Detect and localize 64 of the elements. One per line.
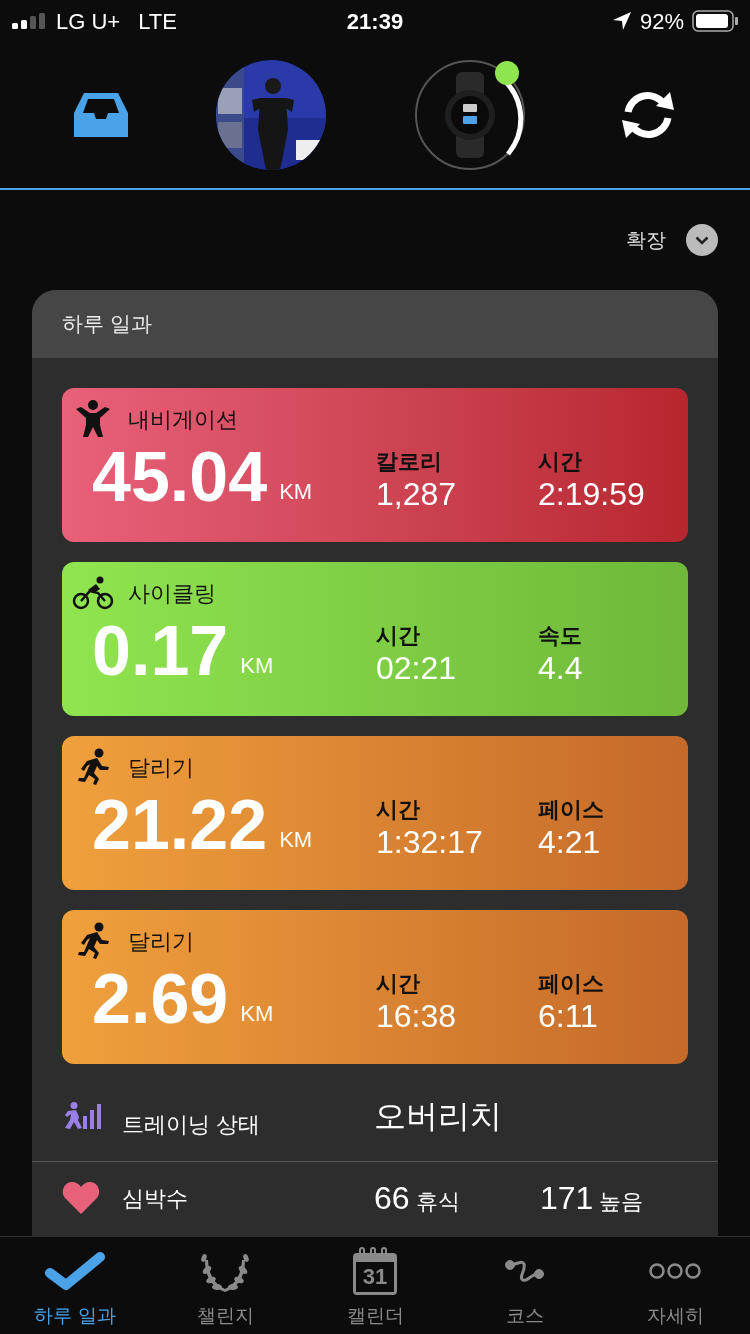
stat-label: 페이스 (538, 970, 604, 998)
high-label: 높음 (599, 1188, 644, 1216)
stat-value: 6:11 (538, 998, 599, 1034)
network-type: LTE (138, 7, 177, 36)
stat-value: 4.4 (538, 650, 583, 686)
tab[interactable]: 챌린지 (150, 1237, 300, 1334)
carrier-name: LG U+ (56, 7, 121, 36)
distance-value: 2.69 (92, 962, 229, 1036)
activity-card[interactable]: 사이클링 0.17 KM 시간 02:21 속도 4.4 (62, 562, 688, 716)
tab[interactable]: 자세히 (600, 1237, 750, 1334)
stat-label: 시간 (376, 622, 421, 650)
stat-label: 페이스 (538, 796, 604, 824)
stat-value: 1,287 (376, 476, 458, 512)
inbox-tray-icon[interactable] (74, 93, 128, 137)
battery-icon (692, 10, 738, 32)
activity-name: 달리기 (128, 753, 194, 782)
battery-percent: 92% (639, 7, 684, 36)
sync-icon[interactable] (620, 90, 676, 140)
signal-icon (12, 13, 48, 29)
location-arrow-icon (611, 11, 632, 31)
distance-value: 21.22 (92, 788, 268, 862)
heart-rate-label: 심박수 (122, 1184, 189, 1213)
stat-value: 16:38 (376, 998, 458, 1034)
resting-heart-rate: 66 (374, 1179, 410, 1218)
tab[interactable]: 31 캘린더 (300, 1237, 450, 1334)
distance-value: 45.04 (92, 440, 268, 514)
tab[interactable]: 하루 일과 (0, 1237, 150, 1334)
training-label: 트레이닝 상태 (122, 1111, 262, 1139)
activity-name: 달리기 (128, 927, 194, 956)
training-value: 오버리치 (374, 1096, 502, 1136)
chevron-down-icon (695, 235, 709, 245)
stat-label: 시간 (538, 448, 583, 476)
activity-card[interactable]: 달리기 2.69 KM 시간 16:38 페이스 6:11 (62, 910, 688, 1064)
activity-name: 사이클링 (128, 579, 216, 608)
stat-value: 4:21 (538, 824, 602, 860)
runner-icon (75, 922, 111, 960)
distance-value: 0.17 (92, 614, 229, 688)
tab[interactable]: 코스 (450, 1237, 600, 1334)
stat-label: 시간 (376, 796, 421, 824)
resting-label: 휴식 (415, 1188, 460, 1216)
expand-button[interactable] (686, 224, 718, 256)
runner-icon (75, 748, 111, 786)
more-icon (649, 1261, 701, 1280)
stat-label: 칼로리 (376, 448, 443, 476)
heart-icon (62, 1181, 100, 1215)
distance-unit: KM (279, 478, 313, 506)
activity-name: 내비게이션 (128, 405, 238, 434)
expand-label: 확장 (626, 228, 666, 253)
stat-value: 2:19:59 (538, 476, 645, 512)
stat-value: 1:32:17 (376, 824, 484, 860)
training-status-icon (62, 1101, 102, 1130)
stat-value: 02:21 (376, 650, 458, 686)
distance-unit: KM (279, 826, 313, 854)
distance-unit: KM (240, 652, 274, 680)
activity-card[interactable]: 달리기 21.22 KM 시간 1:32:17 페이스 4:21 (62, 736, 688, 890)
high-heart-rate: 171 (540, 1179, 594, 1218)
cyclist-icon (72, 575, 114, 611)
stat-label: 속도 (538, 622, 583, 650)
activity-card[interactable]: 내비게이션 45.04 KM 칼로리 1,287 시간 2:19:59 (62, 388, 688, 542)
distance-unit: KM (240, 1000, 274, 1028)
stat-label: 시간 (376, 970, 421, 998)
card-title: 하루 일과 (62, 311, 152, 338)
checkmark-icon (44, 1250, 106, 1291)
clock: 21:39 (346, 7, 404, 36)
